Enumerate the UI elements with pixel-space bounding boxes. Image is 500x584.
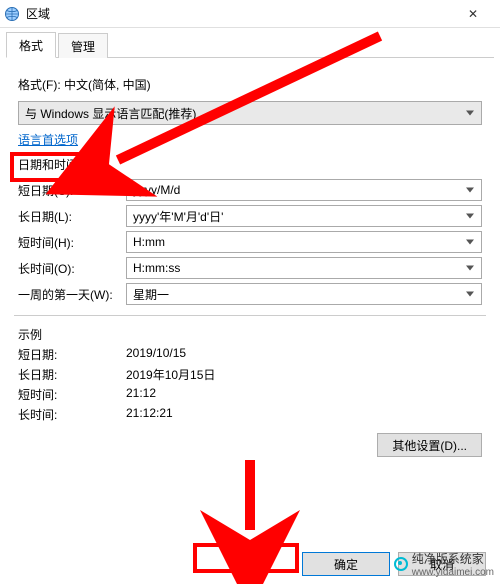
label-short-date: 短日期(S): xyxy=(18,182,126,199)
examples-group: 示例 短日期: 2019/10/15 长日期: 2019年10月15日 短时间:… xyxy=(18,326,482,423)
ex-value: 2019/10/15 xyxy=(126,346,482,363)
row-short-date: 短日期(S): xyxy=(18,179,482,201)
ex-row-short-time: 短时间: 21:12 xyxy=(18,386,482,403)
tab-format[interactable]: 格式 xyxy=(6,32,56,58)
separator xyxy=(14,315,486,316)
label-long-time: 长时间(O): xyxy=(18,260,126,277)
tab-label: 格式 xyxy=(19,39,43,53)
format-label: 格式(F): 中文(简体, 中国) xyxy=(18,76,482,93)
datetime-format-label: 日期和时间格式 xyxy=(18,156,482,173)
ex-value: 21:12 xyxy=(126,386,482,403)
long-date-select[interactable] xyxy=(126,205,482,227)
row-short-time: 短时间(H): xyxy=(18,231,482,253)
tab-manage[interactable]: 管理 xyxy=(58,33,108,58)
long-time-select[interactable] xyxy=(126,257,482,279)
window-title: 区域 xyxy=(26,5,450,22)
language-match-select-wrap xyxy=(18,101,482,125)
titlebar: 区域 ✕ xyxy=(0,0,500,28)
close-button[interactable]: ✕ xyxy=(450,0,496,28)
watermark-icon xyxy=(394,557,408,571)
other-settings-button[interactable]: 其他设置(D)... xyxy=(377,433,482,457)
language-match-select[interactable] xyxy=(18,101,482,125)
lang-pref-link-block: 语言首选项 xyxy=(18,131,78,148)
first-day-select[interactable] xyxy=(126,283,482,305)
lang-pref-link[interactable]: 语言首选项 xyxy=(18,133,78,147)
watermark-brand: 纯净版系统家 xyxy=(412,550,494,567)
other-settings-row: 其他设置(D)... xyxy=(18,433,482,457)
tab-label: 管理 xyxy=(71,40,95,54)
close-icon: ✕ xyxy=(468,7,478,21)
ex-row-short-date: 短日期: 2019/10/15 xyxy=(18,346,482,363)
tabs-row: 格式 管理 xyxy=(6,34,494,58)
ex-label: 短时间: xyxy=(18,386,126,403)
row-first-day: 一周的第一天(W): xyxy=(18,283,482,305)
watermark-url: www.yidaimei.com xyxy=(412,567,494,578)
watermark: 纯净版系统家 www.yidaimei.com xyxy=(394,550,494,578)
lang-pref-area: 语言首选项 xyxy=(18,131,482,148)
ex-row-long-time: 长时间: 21:12:21 xyxy=(18,406,482,423)
label-long-date: 长日期(L): xyxy=(18,208,126,225)
row-long-date: 长日期(L): xyxy=(18,205,482,227)
ex-label: 长时间: xyxy=(18,406,126,423)
ok-button[interactable]: 确定 xyxy=(302,552,390,576)
tab-content: 格式(F): 中文(简体, 中国) 语言首选项 日期和时间格式 短日期(S): … xyxy=(0,58,500,469)
ex-value: 21:12:21 xyxy=(126,406,482,423)
short-time-select[interactable] xyxy=(126,231,482,253)
ex-value: 2019年10月15日 xyxy=(126,366,482,383)
label-short-time: 短时间(H): xyxy=(18,234,126,251)
ex-label: 短日期: xyxy=(18,346,126,363)
ex-row-long-date: 长日期: 2019年10月15日 xyxy=(18,366,482,383)
examples-heading: 示例 xyxy=(18,326,482,343)
globe-icon xyxy=(4,6,20,22)
short-date-select[interactable] xyxy=(126,179,482,201)
label-first-day: 一周的第一天(W): xyxy=(18,286,126,303)
row-long-time: 长时间(O): xyxy=(18,257,482,279)
ex-label: 长日期: xyxy=(18,366,126,383)
